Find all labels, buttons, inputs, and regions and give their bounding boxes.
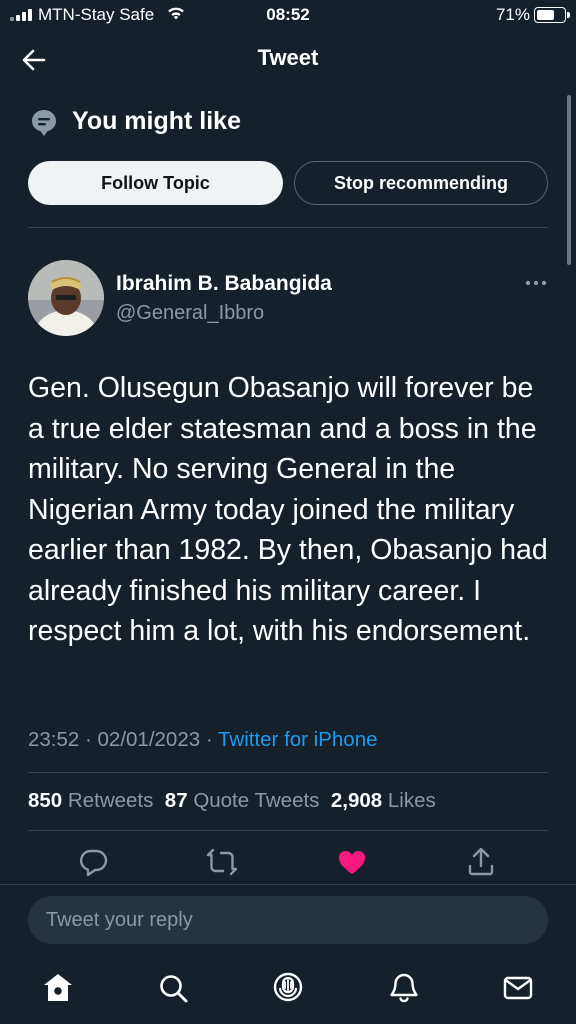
quotes-count: 87 <box>164 789 188 812</box>
spaces-icon[interactable] <box>272 971 304 1005</box>
likes-label: Likes <box>387 789 436 812</box>
author-name[interactable]: Ibrahim B. Babangida <box>116 272 332 296</box>
follow-topic-button[interactable]: Follow Topic <box>28 161 283 205</box>
retweets-stat[interactable]: 850 Retweets <box>28 789 153 812</box>
clock: 08:52 <box>266 5 310 24</box>
reply-input[interactable] <box>28 896 548 944</box>
scroll-indicator <box>567 95 571 265</box>
tweet-text: Gen. Olusegun Obasanjo will forever be a… <box>28 372 548 647</box>
battery-percent: 71% <box>495 5 530 24</box>
heart-icon[interactable] <box>336 846 368 878</box>
divider <box>28 830 548 831</box>
divider <box>28 772 548 773</box>
battery-icon <box>534 7 570 23</box>
status-bar: MTN-Stay Safe 08:52 71% <box>0 0 576 32</box>
likes-stat[interactable]: 2,908 Likes <box>331 789 436 812</box>
retweets-count: 850 <box>28 789 63 812</box>
notifications-icon[interactable] <box>388 971 420 1005</box>
home-icon[interactable] <box>42 971 74 1005</box>
more-options-icon[interactable] <box>524 276 548 290</box>
divider <box>0 884 576 885</box>
quotes-stat[interactable]: 87 Quote Tweets <box>165 789 320 812</box>
tweet-meta: 23:52 · 02/01/2023 · Twitter for iPhone <box>28 728 378 751</box>
tweet-stats: 850 Retweets 87 Quote Tweets 2,908 Likes <box>28 789 436 813</box>
tweet-time: 23:52 <box>28 728 80 751</box>
tweet-source-link[interactable]: Twitter for iPhone <box>218 728 378 751</box>
retweets-label: Retweets <box>67 789 154 812</box>
author-handle[interactable]: @General_Ibbro <box>116 302 264 325</box>
quotes-label: Quote Tweets <box>193 789 320 812</box>
avatar-image <box>28 260 104 336</box>
section-title: You might like <box>72 107 241 135</box>
avatar[interactable] <box>28 260 104 336</box>
search-icon[interactable] <box>157 971 189 1005</box>
reply-icon[interactable] <box>77 846 109 878</box>
divider <box>28 227 548 228</box>
stop-recommending-button[interactable]: Stop recommending <box>294 161 548 205</box>
likes-count: 2,908 <box>330 789 383 812</box>
topic-bubble-icon <box>32 110 56 136</box>
page-title: Tweet <box>257 45 319 70</box>
tweet-date: 02/01/2023 <box>97 728 201 751</box>
share-icon[interactable] <box>465 846 497 878</box>
messages-icon[interactable] <box>502 971 534 1005</box>
retweet-icon[interactable] <box>206 846 238 878</box>
